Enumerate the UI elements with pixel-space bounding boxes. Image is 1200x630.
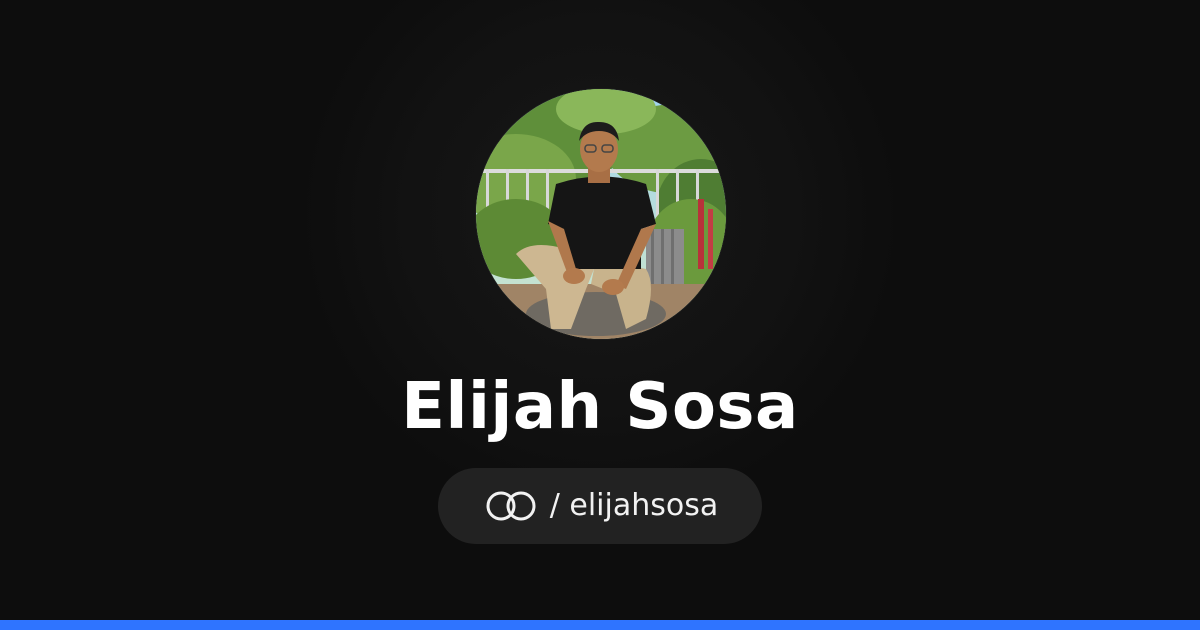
- profile-name: Elijah Sosa: [401, 370, 799, 444]
- linked-rings-icon: [482, 488, 540, 524]
- avatar-photo: [476, 89, 726, 339]
- profile-avatar: [476, 89, 726, 339]
- profile-handle: / elijahsosa: [549, 488, 719, 523]
- profile-handle-link[interactable]: / elijahsosa: [438, 468, 762, 544]
- accent-bar: [0, 620, 1200, 630]
- profile-card: Elijah Sosa / elijahsosa: [0, 0, 1200, 630]
